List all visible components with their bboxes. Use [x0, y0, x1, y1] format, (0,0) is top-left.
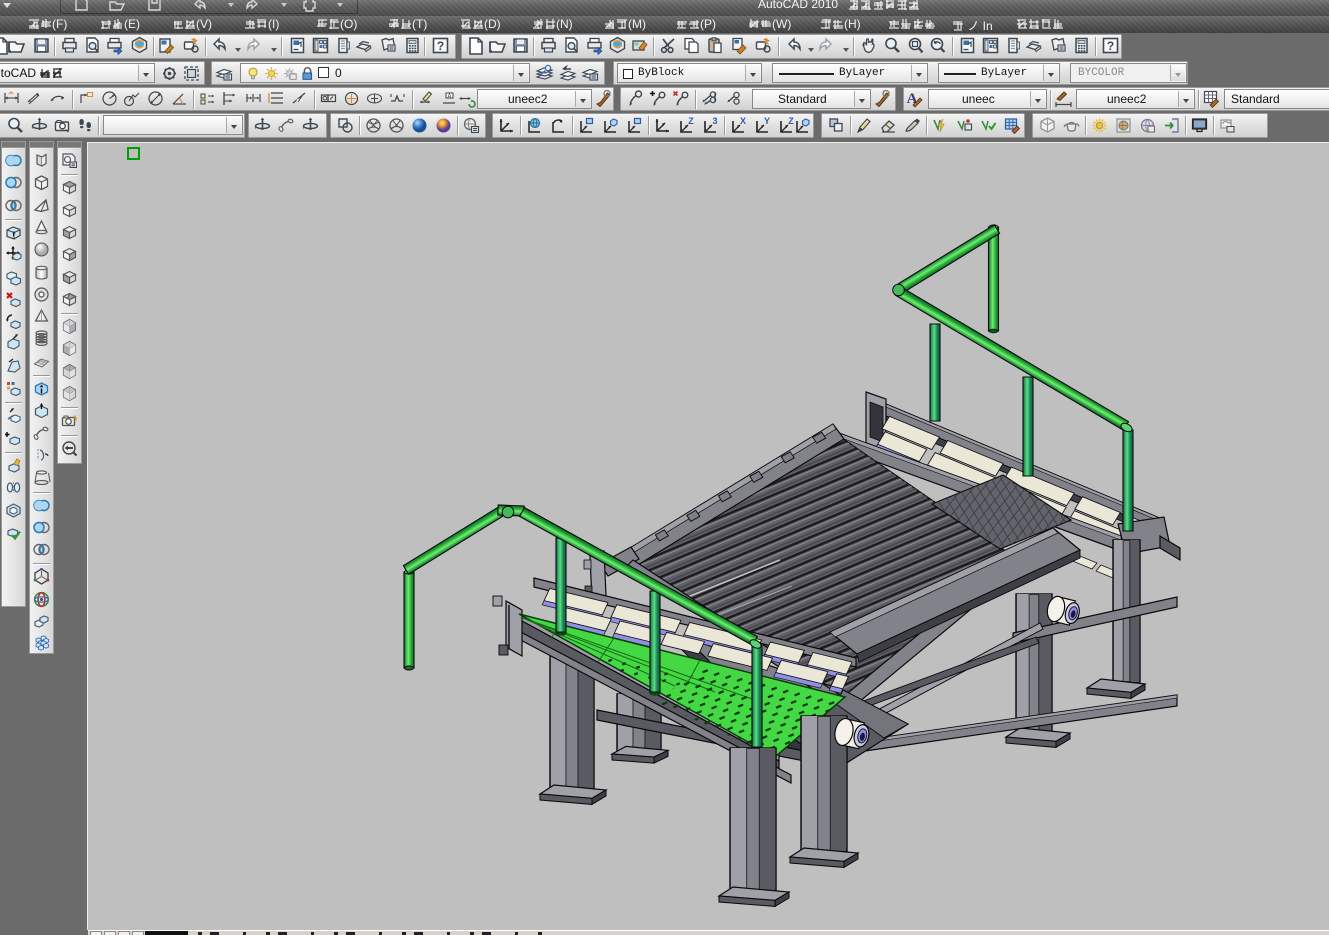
svg-text:3: 3: [712, 116, 717, 126]
svg-text:X: X: [740, 116, 746, 126]
svg-text:Y: Y: [764, 116, 770, 126]
svg-text:Z: Z: [688, 116, 694, 126]
svg-text:?: ?: [437, 39, 444, 53]
svg-text:A: A: [448, 93, 452, 99]
svg-text:?: ?: [1107, 39, 1114, 53]
